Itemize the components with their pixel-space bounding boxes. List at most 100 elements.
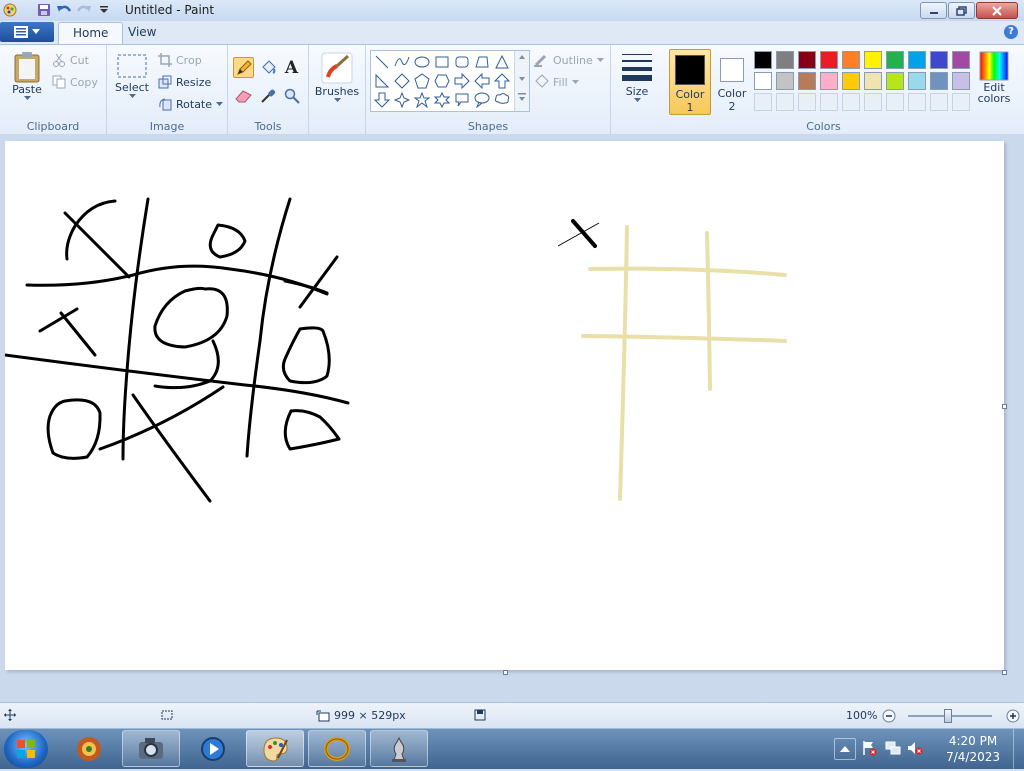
- left-arrow-shape-icon[interactable]: [472, 71, 492, 91]
- magnifier-tool[interactable]: [281, 85, 302, 106]
- fill-button[interactable]: Fill: [533, 73, 579, 91]
- cloud-callout-shape-icon[interactable]: [492, 90, 512, 110]
- taskbar-chess-app[interactable]: [370, 730, 428, 767]
- taskbar-media-player[interactable]: [184, 730, 242, 767]
- select-button[interactable]: Select: [114, 53, 150, 99]
- cut-button[interactable]: Cut: [52, 51, 89, 69]
- paste-button[interactable]: Paste: [8, 51, 46, 101]
- palette-color-swatch[interactable]: [864, 72, 882, 90]
- custom-color-slot[interactable]: [886, 93, 904, 111]
- palette-color-swatch[interactable]: [886, 72, 904, 90]
- palette-color-swatch[interactable]: [952, 51, 970, 69]
- taskbar-camera-app[interactable]: [122, 730, 180, 767]
- down-arrow-shape-icon[interactable]: [372, 90, 392, 110]
- save-icon[interactable]: [36, 2, 52, 18]
- paint-menu-button[interactable]: [0, 22, 54, 42]
- restore-button[interactable]: [948, 2, 975, 19]
- custom-color-slot[interactable]: [864, 93, 882, 111]
- up-arrow-shape-icon[interactable]: [492, 71, 512, 91]
- right-triangle-shape-icon[interactable]: [372, 71, 392, 91]
- palette-color-swatch[interactable]: [930, 51, 948, 69]
- palette-color-swatch[interactable]: [754, 51, 772, 69]
- minimize-button[interactable]: [920, 2, 947, 19]
- zoom-slider-thumb[interactable]: [944, 709, 952, 723]
- custom-color-slot[interactable]: [776, 93, 794, 111]
- shapes-scrollbar[interactable]: [514, 51, 529, 111]
- undo-icon[interactable]: [56, 2, 72, 18]
- zoom-in-button[interactable]: [1006, 709, 1020, 723]
- palette-color-swatch[interactable]: [820, 72, 838, 90]
- outline-button[interactable]: Outline: [533, 51, 604, 69]
- close-button[interactable]: [976, 2, 1018, 19]
- pentagon-shape-icon[interactable]: [412, 71, 432, 91]
- copy-button[interactable]: Copy: [52, 73, 98, 91]
- palette-color-swatch[interactable]: [952, 72, 970, 90]
- brushes-button[interactable]: Brushes: [313, 51, 361, 103]
- color-picker-tool[interactable]: [257, 85, 278, 106]
- redo-icon[interactable]: [76, 2, 92, 18]
- diamond-shape-icon[interactable]: [392, 71, 412, 91]
- custom-color-slot[interactable]: [820, 93, 838, 111]
- show-desktop-button[interactable]: [1013, 729, 1024, 769]
- rotate-button[interactable]: Rotate: [158, 95, 224, 113]
- system-clock[interactable]: 4:20 PM 7/4/2023: [946, 733, 1000, 765]
- size-button[interactable]: Size: [618, 51, 656, 103]
- oval-callout-shape-icon[interactable]: [472, 90, 492, 110]
- show-hidden-icons-button[interactable]: [834, 738, 856, 760]
- curve-shape-icon[interactable]: [392, 52, 412, 72]
- pencil-tool[interactable]: [233, 57, 254, 78]
- five-point-star-shape-icon[interactable]: [412, 90, 432, 110]
- custom-color-slot[interactable]: [842, 93, 860, 111]
- rounded-rectangle-shape-icon[interactable]: [452, 52, 472, 72]
- palette-color-swatch[interactable]: [776, 51, 794, 69]
- polygon-shape-icon[interactable]: [472, 52, 492, 72]
- custom-color-slot[interactable]: [754, 93, 772, 111]
- line-shape-icon[interactable]: [372, 52, 392, 72]
- triangle-shape-icon[interactable]: [492, 52, 512, 72]
- palette-color-swatch[interactable]: [798, 72, 816, 90]
- six-point-star-shape-icon[interactable]: [432, 90, 452, 110]
- drawing-canvas[interactable]: [3, 141, 1004, 670]
- taskbar-game-app[interactable]: [60, 730, 118, 767]
- resize-handle-right[interactable]: [1002, 404, 1007, 409]
- four-point-star-shape-icon[interactable]: [392, 90, 412, 110]
- zoom-out-button[interactable]: [882, 709, 896, 723]
- action-center-icon[interactable]: [860, 739, 878, 757]
- taskbar-paint-app[interactable]: [246, 730, 304, 767]
- eraser-tool[interactable]: [233, 85, 254, 106]
- right-arrow-shape-icon[interactable]: [452, 71, 472, 91]
- resize-handle-bottom[interactable]: [503, 670, 508, 675]
- help-icon[interactable]: ?: [1004, 25, 1018, 39]
- fill-tool[interactable]: [257, 57, 278, 78]
- rectangle-shape-icon[interactable]: [432, 52, 452, 72]
- palette-color-swatch[interactable]: [842, 51, 860, 69]
- taskbar-ring-app[interactable]: [308, 730, 366, 767]
- palette-color-swatch[interactable]: [864, 51, 882, 69]
- palette-color-swatch[interactable]: [930, 72, 948, 90]
- paint-app-icon[interactable]: [2, 2, 18, 18]
- customize-toolbar-icon[interactable]: [96, 2, 112, 18]
- start-button[interactable]: [4, 730, 48, 768]
- palette-color-swatch[interactable]: [776, 72, 794, 90]
- palette-color-swatch[interactable]: [798, 51, 816, 69]
- custom-color-slot[interactable]: [798, 93, 816, 111]
- resize-handle-corner[interactable]: [1002, 670, 1007, 675]
- text-tool[interactable]: A: [281, 57, 302, 78]
- resize-button[interactable]: Resize: [158, 73, 211, 91]
- palette-color-swatch[interactable]: [754, 72, 772, 90]
- volume-muted-icon[interactable]: [906, 739, 924, 757]
- palette-color-swatch[interactable]: [842, 72, 860, 90]
- rounded-callout-shape-icon[interactable]: [452, 90, 472, 110]
- custom-color-slot[interactable]: [908, 93, 926, 111]
- network-icon[interactable]: [884, 739, 902, 757]
- palette-color-swatch[interactable]: [820, 51, 838, 69]
- palette-color-swatch[interactable]: [908, 72, 926, 90]
- hexagon-shape-icon[interactable]: [432, 71, 452, 91]
- palette-color-swatch[interactable]: [886, 51, 904, 69]
- custom-color-slot[interactable]: [952, 93, 970, 111]
- oval-shape-icon[interactable]: [412, 52, 432, 72]
- custom-color-slot[interactable]: [930, 93, 948, 111]
- palette-color-swatch[interactable]: [908, 51, 926, 69]
- tab-view[interactable]: View: [114, 22, 170, 43]
- edit-colors-button[interactable]: Edit colors: [976, 51, 1012, 105]
